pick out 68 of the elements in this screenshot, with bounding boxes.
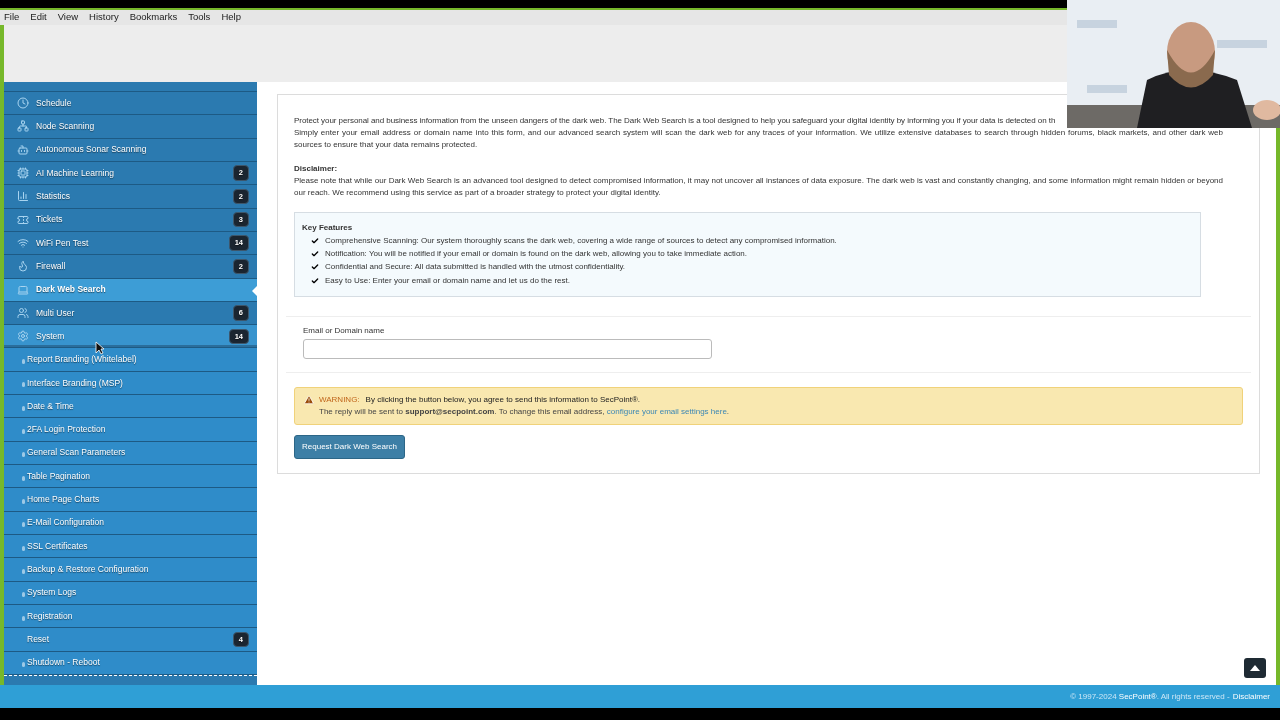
warning-note: The reply will be sent to support@secpoint.com. To change this email address, configure your email settings here. (318, 406, 731, 419)
sidebar-item[interactable]: Backup & Restore Configuration (4, 558, 257, 582)
sidebar-item[interactable]: Report Branding (Whitelabel) (4, 348, 257, 372)
laptop-icon (17, 283, 29, 296)
menu-item[interactable]: View (57, 10, 79, 25)
menu-item[interactable]: Bookmarks (129, 10, 178, 25)
sidebar-item[interactable]: System Logs (4, 581, 257, 605)
feature-text: Easy to Use: Enter your email or domain name and let us do the rest. (325, 274, 570, 287)
feature-text: Comprehensive Scanning: Our system thoroughly scans the dark web, covering a wide range of sources to detect any compromised information. (325, 234, 837, 247)
bullet-icon (22, 592, 25, 598)
sidebar-item[interactable]: Interface Branding (MSP) (4, 371, 257, 396)
bullet-icon (22, 382, 25, 388)
warning-label: WARNING: (319, 394, 360, 407)
flame-icon (17, 260, 29, 273)
bullet-icon (22, 615, 25, 621)
bullet-icon (22, 429, 25, 435)
ticket-icon (17, 213, 29, 226)
settings-icon (17, 330, 29, 343)
menu-item[interactable]: Edit (30, 10, 47, 25)
sidebar-item[interactable]: Shutdown - Reboot (4, 651, 257, 675)
key-features-title: Key Features (302, 222, 354, 234)
feature-text: Confidential and Secure: All data submitted is handled with the utmost confidentiality. (325, 261, 626, 274)
sidebar-item[interactable]: SSL Certificates (4, 534, 257, 559)
intro-text: sources to ensure that your data remains protected. (294, 139, 479, 151)
sidebar-item[interactable]: Table Pagination (4, 465, 257, 489)
users-icon (17, 306, 29, 319)
sidebar-item[interactable]: E-Mail Configuration (4, 511, 257, 535)
sidebar-item[interactable]: Dark Web Search (4, 278, 257, 302)
intro-text: Protect your personal and business information from the unseen dangers of the dark web. The Dark Web Search is a tool designed to help you safeguard your digital identity by informing you if your data is detected on th (294, 115, 1056, 127)
disclaimer-title: Disclaimer: (294, 163, 339, 175)
bullet-icon (22, 545, 25, 551)
bullet-icon (22, 475, 25, 481)
menu-item[interactable]: History (89, 10, 119, 25)
sidebar-item[interactable]: Date & Time (4, 395, 257, 419)
network-icon (17, 120, 29, 133)
field-label: Email or Domain name (303, 325, 386, 338)
email-input[interactable] (303, 339, 712, 360)
disclaimer-link[interactable]: Disclaimer (1232, 690, 1270, 703)
menu-item[interactable]: File (4, 10, 20, 25)
disclaimer-text: our reach. We recommend using this service as part of a broader strategy to protect your digital identity. (294, 187, 662, 199)
bullet-icon (22, 452, 25, 458)
intro-text: Simply enter your email address or domain name into this form, and our advanced search system will scan the dark web for any traces of your information. We utilize extensive databases to search through hidden forums, black markets, and other dark web (294, 127, 1223, 139)
scroll-top-button[interactable] (1244, 658, 1266, 678)
email-settings-link[interactable]: configure your email settings here (606, 407, 727, 417)
bullet-icon (22, 405, 25, 411)
cursor-icon (95, 341, 105, 355)
disclaimer-text: Please note that while our Dark Web Search is an advanced tool designed to detect compromised information, it may not uncover all instances of data exposure. The dark web is vast and constantly changing, and some information might remain hidden or beyond (294, 175, 1223, 187)
request-button[interactable]: Request Dark Web Search (294, 435, 405, 460)
sidebar-item[interactable]: Home Page Charts (4, 488, 257, 512)
sidebar-item[interactable]: 2FA Login Protection (4, 418, 257, 442)
menu-item[interactable]: Tools (188, 10, 211, 25)
clock-icon (17, 97, 29, 110)
menu-item[interactable]: Help (221, 10, 241, 25)
bullet-icon (22, 498, 25, 504)
sidebar-item[interactable]: General Scan Parameters (4, 441, 257, 465)
sidebar-item[interactable]: Registration (4, 604, 257, 629)
robot-icon (17, 143, 29, 156)
copyright-text: © 1997-2024 SecPoint®. All rights reserved - (1070, 690, 1230, 703)
bullet-icon (22, 359, 25, 365)
bullet-icon (22, 522, 25, 528)
bar-chart-icon (17, 190, 29, 203)
chip-icon (17, 167, 29, 180)
bullet-icon (22, 662, 25, 668)
feature-text: Notification: You will be notified if your email or domain is found on the dark web, allowing you to take immediate action. (325, 247, 747, 260)
warning-text: By clicking the button below, you agree to send this information to SecPoint®. (365, 394, 641, 407)
up-arrow-icon (1250, 665, 1260, 671)
bullet-icon (22, 568, 25, 574)
warning-icon (304, 395, 314, 406)
